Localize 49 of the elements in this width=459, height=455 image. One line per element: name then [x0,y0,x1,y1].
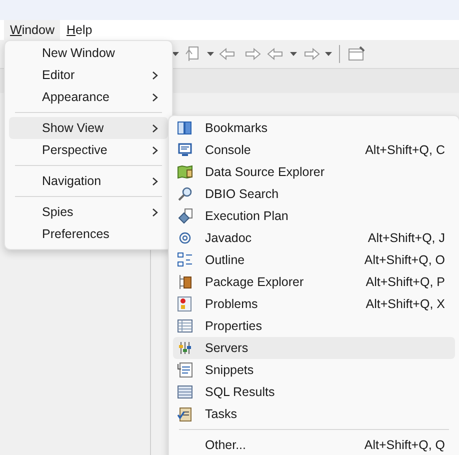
chevron-right-icon [152,146,158,154]
menu-item[interactable]: Data Source Explorer [173,161,455,183]
outline-icon [177,252,193,268]
menu-item[interactable]: Execution Plan [173,205,455,227]
window-pin-icon[interactable] [347,46,367,62]
menu-bar-item[interactable]: Window [4,20,60,40]
dropdown-caret-icon[interactable] [172,52,179,56]
menu-item[interactable]: Appearance [9,86,168,108]
menu-bar-item[interactable]: Help [60,20,98,40]
menu-item[interactable]: Javadoc Alt+Shift+Q, J [173,227,455,249]
menu-item[interactable]: Other... Alt+Shift+Q, Q [173,434,455,455]
dropdown-caret-icon[interactable] [290,52,297,56]
chevron-right-icon [152,70,158,80]
dropdown-caret-icon[interactable] [207,52,214,56]
table-icon [177,318,193,334]
chevron-right-icon [152,176,158,186]
snippets-icon [177,362,193,378]
menu-item[interactable]: Outline Alt+Shift+Q, O [173,249,455,271]
magnifier-icon [177,186,193,202]
menu-item[interactable]: Navigation [9,170,168,192]
grid-icon [177,384,193,400]
menu-item[interactable]: Servers [173,337,455,359]
menu-item[interactable]: DBIO Search [173,183,455,205]
plan-icon [177,208,193,224]
dropdown-caret-icon[interactable] [325,52,332,56]
menu-item[interactable]: Package Explorer Alt+Shift+Q, P [173,271,455,293]
monitor-icon [177,142,193,158]
menu-item[interactable]: Spies [9,201,168,223]
package-tree-icon [177,274,193,290]
menu-item[interactable]: Tasks [173,403,455,425]
chevron-right-icon [152,92,158,102]
servers-icon [177,340,193,356]
menu-item[interactable]: Snippets [173,359,455,381]
menu-item[interactable]: Show View [9,117,168,139]
menu-item[interactable]: SQL Results [173,381,455,403]
menu-item[interactable]: New Window [9,42,168,64]
book-icon [177,120,193,136]
menu-item[interactable]: Editor [9,64,168,86]
problems-icon [177,296,193,312]
chevron-right-icon [152,124,158,132]
menu-item[interactable]: Perspective [9,139,168,161]
menu-item[interactable]: Console Alt+Shift+Q, C [173,139,455,161]
clipboard-icon [177,406,193,422]
map-icon [177,164,193,180]
menu-item[interactable]: Bookmarks [173,117,455,139]
chevron-right-icon [152,208,158,216]
menu-item[interactable]: Preferences [9,223,168,245]
menu-item[interactable]: Problems Alt+Shift+Q, X [173,293,455,315]
menu-item[interactable]: Properties [173,315,455,337]
